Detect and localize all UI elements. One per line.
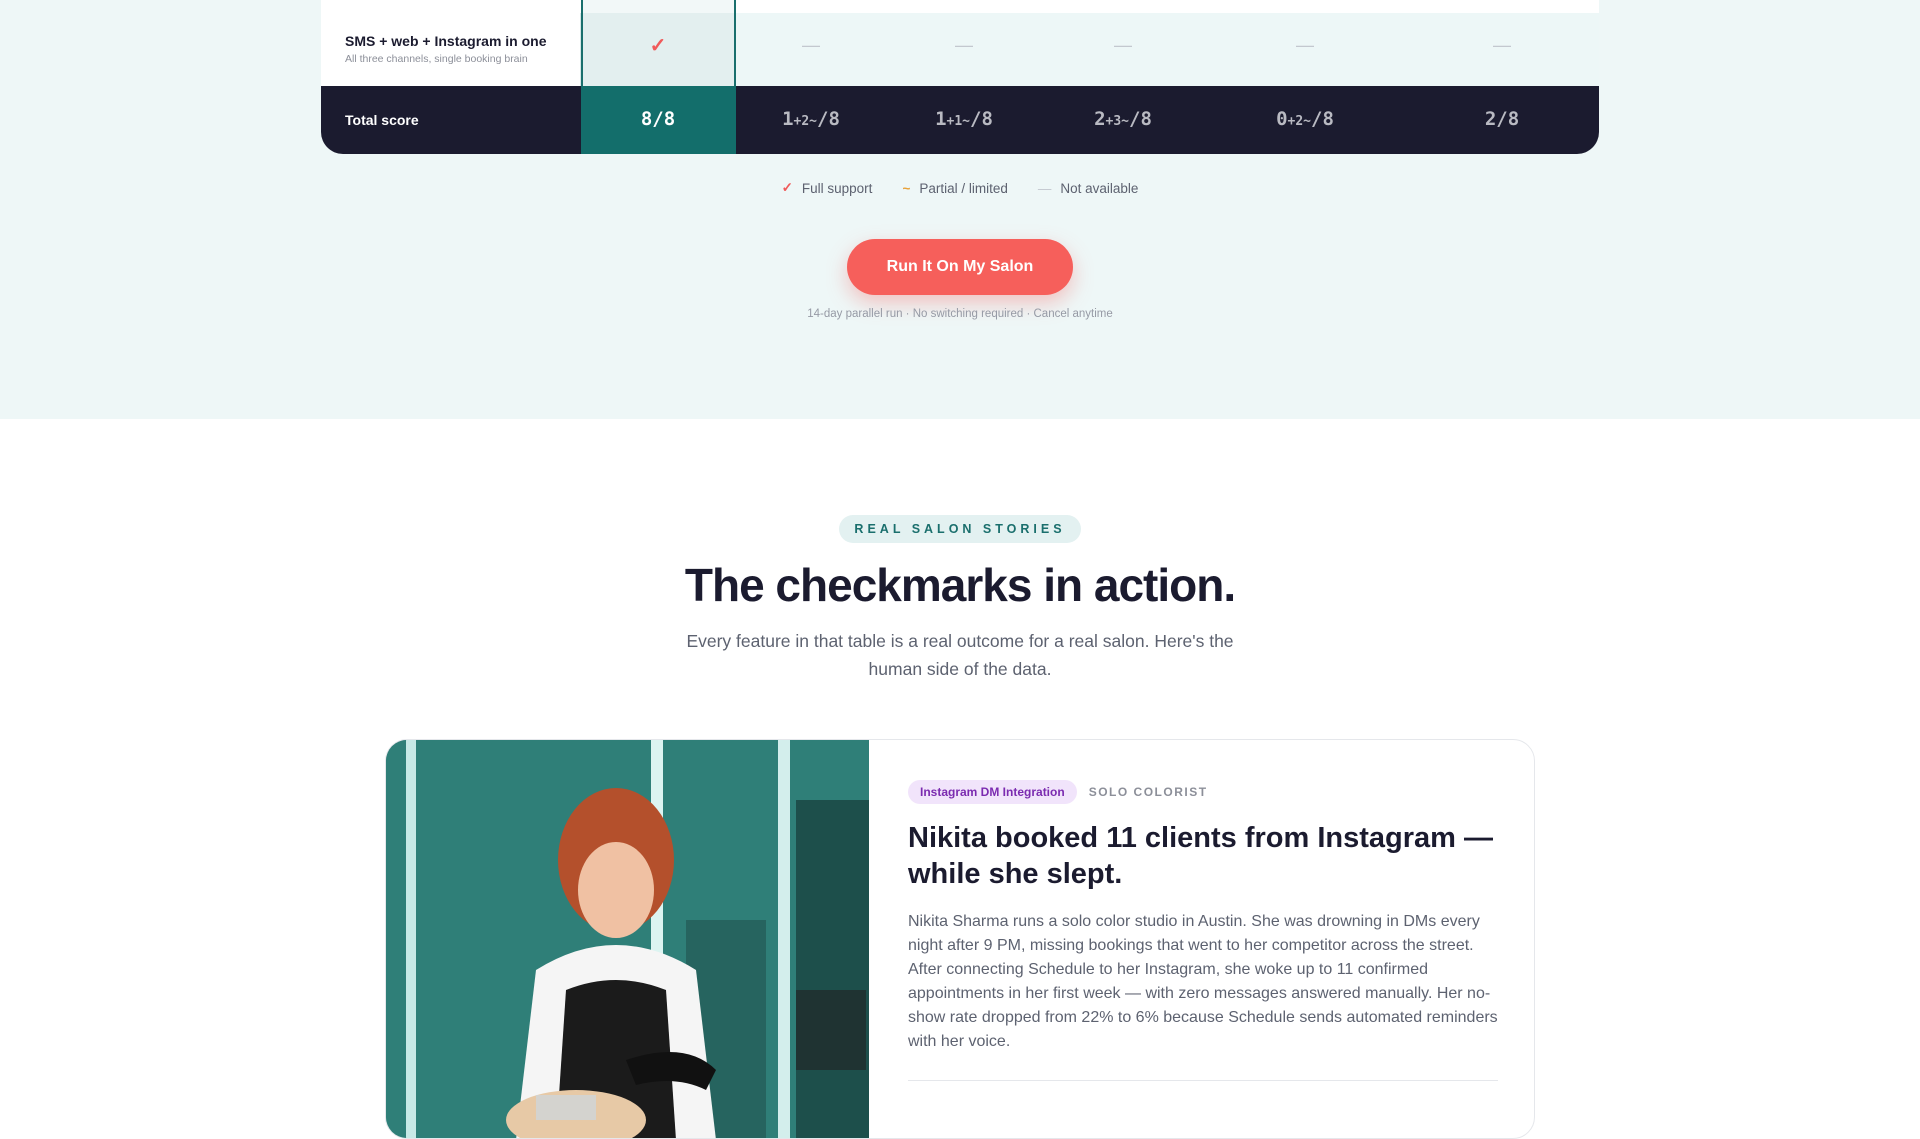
not-available-icon: — — [1114, 35, 1132, 55]
partial-icon: ~ — [902, 180, 911, 196]
story-text: Nikita Sharma runs a solo color studio i… — [908, 913, 1498, 1050]
run-on-my-salon-button[interactable]: Run It On My Salon — [847, 239, 1073, 295]
feature-tag: Instagram DM Integration — [908, 780, 1077, 804]
feature-row-omnichannel: SMS + web + Instagram in one All three c… — [321, 0, 1599, 86]
previous-row-edge — [321, 0, 1599, 13]
not-available-icon: — — [1037, 180, 1052, 196]
section-eyebrow: REAL SALON STORIES — [839, 515, 1081, 543]
check-icon: ✓ — [649, 35, 667, 57]
comparison-section: SMS + web + Instagram in one All three c… — [0, 0, 1920, 419]
not-available-icon: — — [955, 35, 973, 55]
feature-subtitle: All three channels, single booking brain — [345, 53, 528, 65]
table-legend: ✓ Full support ~ Partial / limited — Not… — [0, 180, 1920, 196]
check-icon: ✓ — [781, 180, 793, 195]
not-available-icon: — — [1296, 35, 1314, 55]
legend-na: — Not available — [1038, 180, 1139, 196]
total-score-row: Total score 8/8 1+2~/8 1+1~/8 2+3~/8 0+2… — [321, 86, 1599, 154]
customer-type: SOLO COLORIST — [1088, 785, 1208, 799]
legend-full: ✓ Full support — [782, 180, 873, 196]
highlight-column-cap — [583, 0, 734, 13]
legend-partial: ~ Partial / limited — [902, 180, 1007, 196]
colorist-illustration — [386, 740, 869, 1138]
story-body: Instagram DM Integration SOLO COLORIST N… — [908, 780, 1498, 1081]
not-available-icon: — — [802, 35, 820, 55]
score-competitor-3: 2+3~/8 — [1094, 108, 1152, 130]
section-subheading: Every feature in that table is a real ou… — [686, 631, 1234, 679]
score-competitor-1: 1+2~/8 — [782, 108, 840, 130]
story-title: Nikita booked 11 clients from Instagram … — [908, 822, 1493, 890]
story-photo — [386, 740, 869, 1138]
score-competitor-4: 0+2~/8 — [1276, 108, 1334, 130]
cta-note: 14-day parallel run · No switching requi… — [807, 308, 1113, 320]
total-score-label: Total score — [345, 112, 419, 128]
not-available-icon: — — [1493, 35, 1511, 55]
story-card: Instagram DM Integration SOLO COLORIST N… — [385, 739, 1535, 1139]
story-divider — [908, 1080, 1498, 1081]
feature-title: SMS + web + Instagram in one — [345, 33, 547, 49]
score-schedule: 8/8 — [640, 108, 676, 130]
score-competitor-5: 2/8 — [1484, 108, 1520, 130]
score-competitor-2: 1+1~/8 — [935, 108, 993, 130]
comparison-table: SMS + web + Instagram in one All three c… — [321, 0, 1599, 154]
legend-full-label: Full support — [801, 180, 873, 196]
legend-na-label: Not available — [1060, 180, 1139, 196]
story-tags: Instagram DM Integration SOLO COLORIST — [908, 780, 1498, 804]
legend-partial-label: Partial / limited — [919, 180, 1008, 196]
feature-cell: SMS + web + Instagram in one All three c… — [321, 13, 581, 86]
section-heading: The checkmarks in action. — [684, 559, 1236, 611]
